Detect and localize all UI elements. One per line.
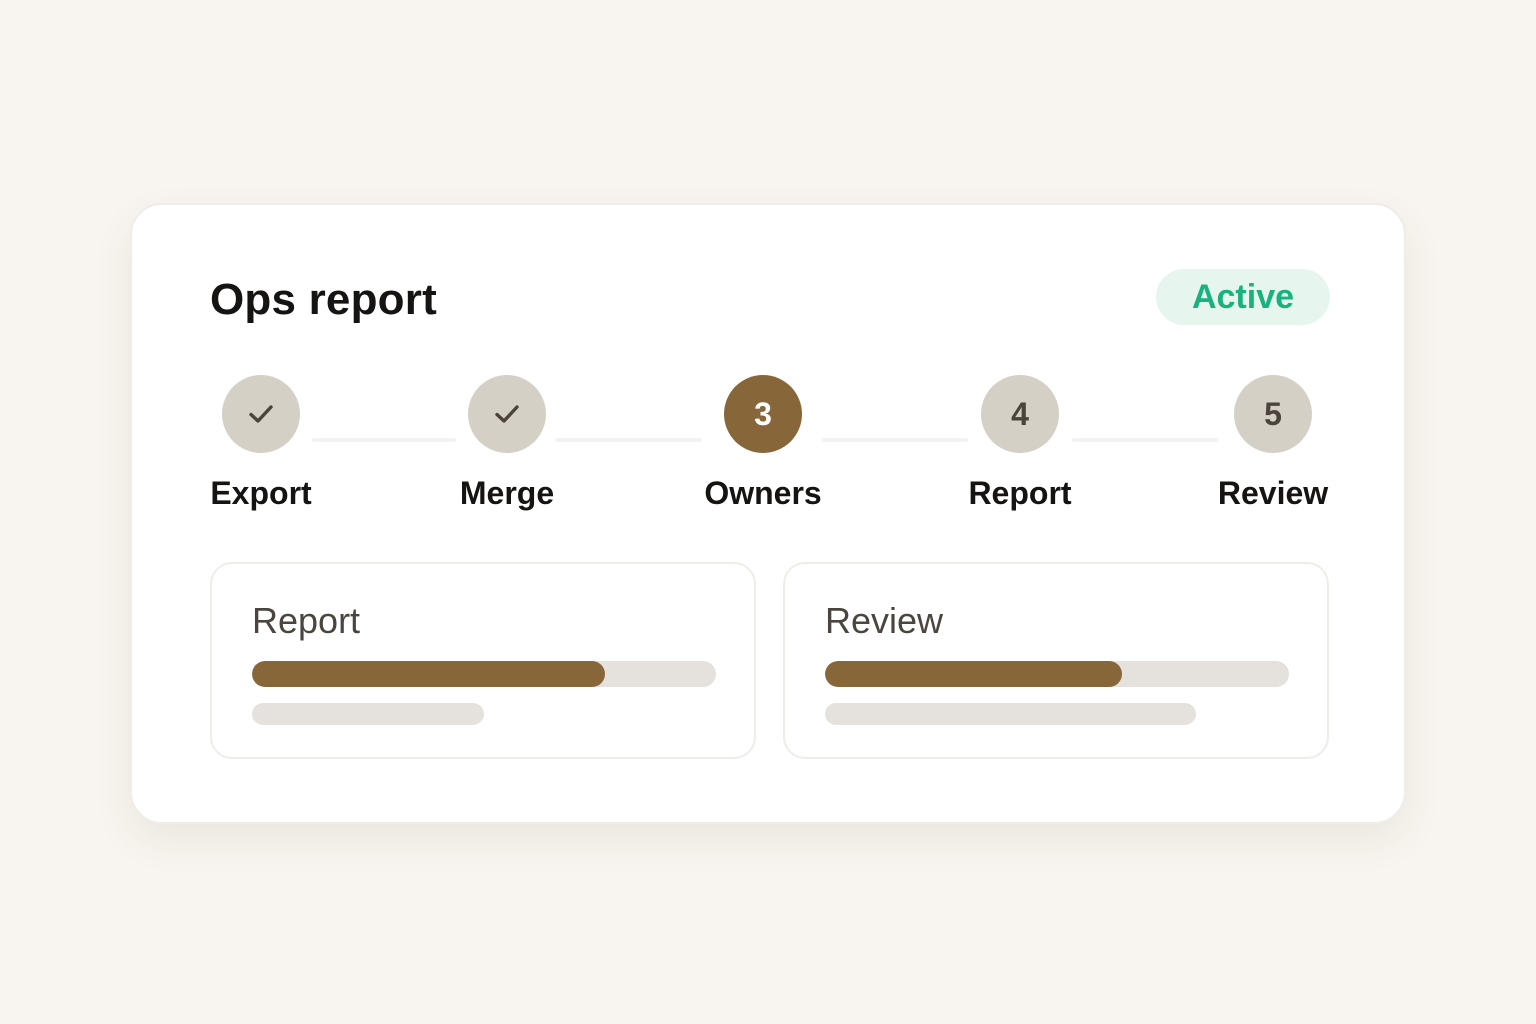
step-circle — [468, 375, 546, 453]
step-label: Owners — [704, 475, 822, 511]
step-label: Report — [968, 475, 1072, 511]
step-merge[interactable]: Merge — [407, 375, 607, 512]
panel-title: Review — [825, 600, 944, 641]
progress-fill — [825, 661, 1122, 687]
progress-bar — [825, 661, 1289, 687]
progress-fill — [252, 661, 605, 687]
check-icon — [495, 405, 519, 423]
progress-bar — [252, 661, 716, 687]
step-number: 4 — [981, 375, 1059, 453]
step-number: 3 — [724, 375, 802, 453]
ops-report-card: Ops report Active Export Merge 3 Owners … — [130, 203, 1406, 824]
placeholder-line — [825, 703, 1196, 725]
report-panel[interactable]: Report — [210, 562, 756, 759]
panel-title: Report — [252, 600, 361, 641]
step-review[interactable]: 5 Review — [1173, 375, 1373, 512]
step-export[interactable]: Export — [161, 375, 361, 512]
step-label: Export — [210, 475, 312, 511]
stepper: Export Merge 3 Owners 4 Report 5 Review — [132, 205, 1404, 545]
placeholder-line — [252, 703, 484, 725]
step-label: Review — [1217, 475, 1329, 511]
check-icon — [249, 405, 273, 423]
step-owners[interactable]: 3 Owners — [663, 375, 863, 512]
step-number: 5 — [1234, 375, 1312, 453]
step-circle — [222, 375, 300, 453]
step-report[interactable]: 4 Report — [920, 375, 1120, 512]
review-panel[interactable]: Review — [783, 562, 1329, 759]
step-label: Merge — [459, 475, 555, 511]
